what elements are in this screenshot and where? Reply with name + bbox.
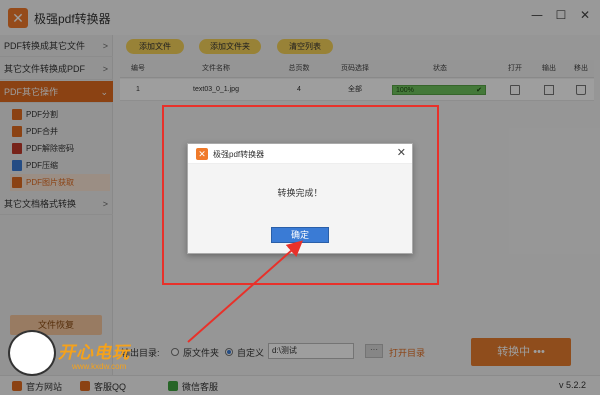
dialog-close-button[interactable]: ✕ xyxy=(397,146,406,159)
mascot-icon xyxy=(8,330,56,376)
dialog-title: 极强pdf转换器 xyxy=(213,150,265,159)
dialog-body: 转换完成！ 确定 xyxy=(188,164,412,253)
dialog-ok-button[interactable]: 确定 xyxy=(271,227,329,243)
watermark-text: 开心电玩 xyxy=(58,343,130,362)
completion-dialog: ✕ 极强pdf转换器 ✕ 转换完成！ 确定 xyxy=(187,143,413,254)
dialog-title-bar: ✕ 极强pdf转换器 ✕ xyxy=(188,144,412,164)
app-logo-icon: ✕ xyxy=(196,148,208,160)
watermark-url: www.kxdw.com xyxy=(72,362,127,371)
watermark-logo: 开心电玩 www.kxdw.com xyxy=(8,330,168,378)
dialog-message: 转换完成！ xyxy=(277,188,323,198)
